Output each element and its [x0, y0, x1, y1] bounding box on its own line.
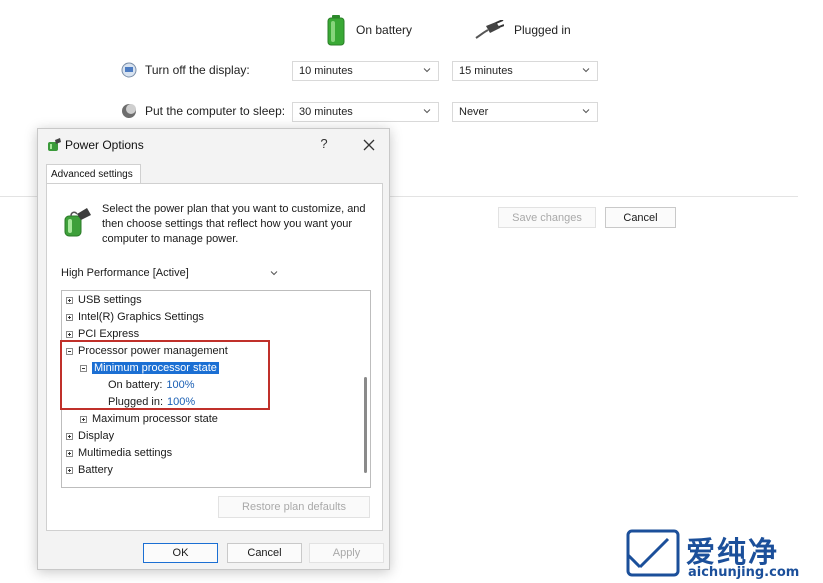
- sleep-icon: [122, 104, 136, 118]
- restore-plan-defaults-button[interactable]: Restore plan defaults: [218, 496, 370, 518]
- help-button[interactable]: ?: [317, 136, 331, 152]
- tree-item-label: USB settings: [78, 294, 142, 306]
- turn-off-display-row: Turn off the display:: [121, 62, 250, 78]
- battery-icon: [327, 15, 345, 46]
- cancel-button[interactable]: Cancel: [605, 207, 676, 228]
- sleep-battery-value: 30 minutes: [299, 106, 353, 118]
- tree-item-label: Battery: [78, 464, 113, 476]
- on-battery-label: On battery: [356, 23, 413, 37]
- tree-item-display[interactable]: Display: [66, 428, 114, 444]
- turn-off-display-label: Turn off the display:: [145, 63, 250, 77]
- tree-item-maximum-processor-state[interactable]: Maximum processor state: [80, 411, 218, 427]
- power-plug-icon: [475, 20, 504, 39]
- sleep-row: Put the computer to sleep:: [121, 103, 285, 119]
- on-battery-header: On battery: [326, 14, 412, 46]
- tree-item-label: Intel(R) Graphics Settings: [78, 311, 204, 323]
- plugged-in-label: Plugged in: [514, 23, 571, 37]
- scrollbar-thumb[interactable]: [364, 377, 367, 473]
- chevron-down-icon: [423, 109, 431, 114]
- display-plugged-value: 15 minutes: [459, 65, 513, 77]
- sleep-label: Put the computer to sleep:: [145, 104, 286, 118]
- tree-item-usb-settings[interactable]: USB settings: [66, 292, 142, 308]
- tree-item-battery[interactable]: Battery: [66, 462, 113, 478]
- tree-item-multimedia-settings[interactable]: Multimedia settings: [66, 445, 172, 461]
- expand-icon[interactable]: [66, 296, 73, 304]
- chevron-down-icon: [270, 271, 278, 276]
- sleep-battery-dropdown[interactable]: 30 minutes: [292, 102, 439, 122]
- power-options-dialog: Power Options ? Advanced settings Select…: [37, 128, 390, 570]
- close-icon[interactable]: [360, 136, 378, 154]
- chevron-down-icon: [582, 68, 590, 73]
- ok-button[interactable]: OK: [143, 543, 218, 563]
- tree-item-label: Multimedia settings: [78, 447, 173, 459]
- display-plugged-dropdown[interactable]: 15 minutes: [452, 61, 598, 81]
- tree-item-graphics-settings[interactable]: Intel(R) Graphics Settings: [66, 309, 204, 325]
- power-plan-value: High Performance [Active]: [61, 267, 189, 279]
- plugged-in-header: Plugged in: [474, 14, 571, 46]
- tree-item-label: PCI Express: [78, 328, 140, 340]
- highlight-box: [60, 340, 270, 410]
- dialog-title: Power Options: [65, 138, 144, 152]
- power-plan-dropdown[interactable]: High Performance [Active]: [61, 264, 279, 282]
- title-bar: Power Options ?: [38, 129, 389, 161]
- expand-icon[interactable]: [66, 432, 73, 440]
- save-changes-button[interactable]: Save changes: [498, 207, 596, 228]
- expand-icon[interactable]: [80, 415, 87, 423]
- watermark-logo: [626, 529, 680, 577]
- tree-item-label: Maximum processor state: [92, 413, 218, 425]
- expand-icon[interactable]: [66, 466, 73, 474]
- chevron-down-icon: [582, 109, 590, 114]
- power-options-icon: [48, 138, 61, 151]
- display-battery-dropdown[interactable]: 10 minutes: [292, 61, 439, 81]
- sleep-plugged-dropdown[interactable]: Never: [452, 102, 598, 122]
- dialog-description: Select the power plan that you want to c…: [102, 203, 366, 245]
- chevron-down-icon: [423, 68, 431, 73]
- watermark-url: aichunjing.com: [688, 565, 800, 580]
- tree-item-label: Display: [78, 430, 115, 442]
- apply-button[interactable]: Apply: [309, 543, 384, 563]
- expand-icon[interactable]: [66, 330, 73, 338]
- watermark: 爱纯净 aichunjing.com: [626, 527, 821, 581]
- power-plan-icon: [64, 208, 91, 237]
- display-icon: [121, 62, 137, 78]
- expand-icon[interactable]: [66, 449, 73, 457]
- expand-icon[interactable]: [66, 313, 73, 321]
- sleep-plugged-value: Never: [459, 106, 489, 118]
- dialog-cancel-button[interactable]: Cancel: [227, 543, 302, 563]
- tab-advanced-settings[interactable]: Advanced settings: [46, 164, 141, 184]
- display-battery-value: 10 minutes: [299, 65, 353, 77]
